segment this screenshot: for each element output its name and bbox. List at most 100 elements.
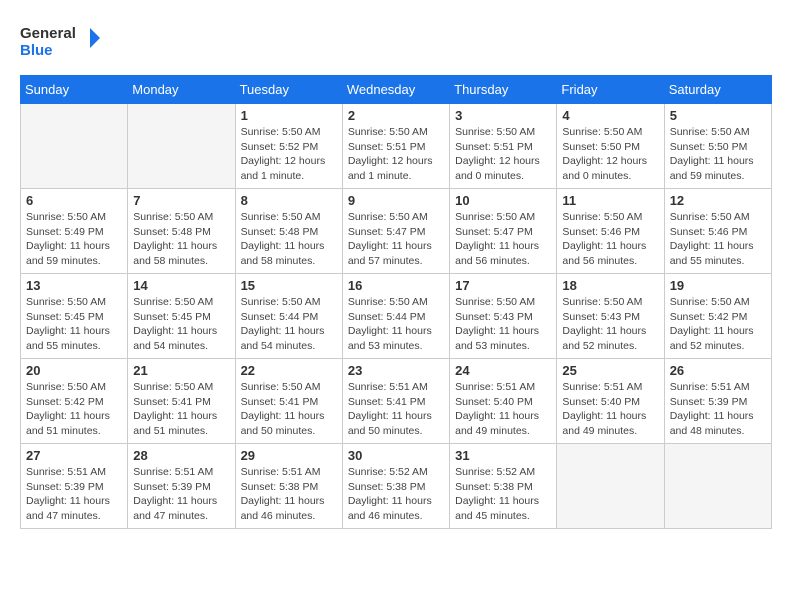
day-number: 14 (133, 278, 229, 293)
calendar-cell: 21 Sunrise: 5:50 AM Sunset: 5:41 PM Dayli… (128, 359, 235, 444)
calendar-cell: 23 Sunrise: 5:51 AM Sunset: 5:41 PM Dayli… (342, 359, 449, 444)
calendar-cell: 24 Sunrise: 5:51 AM Sunset: 5:40 PM Dayli… (450, 359, 557, 444)
day-number: 25 (562, 363, 658, 378)
day-info: Sunrise: 5:50 AM Sunset: 5:43 PM Dayligh… (455, 295, 551, 354)
day-number: 26 (670, 363, 766, 378)
days-header-row: SundayMondayTuesdayWednesdayThursdayFrid… (21, 76, 772, 104)
calendar-cell (557, 444, 664, 529)
calendar-cell: 8Sunrise: 5:50 AM Sunset: 5:48 PM Daylig… (235, 189, 342, 274)
day-of-week-header: Wednesday (342, 76, 449, 104)
calendar-cell: 6 Sunrise: 5:50 AM Sunset: 5:49 PM Daylig… (21, 189, 128, 274)
week-row: 1 Sunrise: 5:50 AM Sunset: 5:52 PM Daylig… (21, 104, 772, 189)
calendar-cell: 16Sunrise: 5:50 AM Sunset: 5:44 PM Dayli… (342, 274, 449, 359)
svg-text:Blue: Blue (20, 42, 53, 59)
calendar-cell: 17 Sunrise: 5:50 AM Sunset: 5:43 PM Dayli… (450, 274, 557, 359)
day-number: 23 (348, 363, 444, 378)
calendar-cell: 7 Sunrise: 5:50 AM Sunset: 5:48 PM Daylig… (128, 189, 235, 274)
day-of-week-header: Tuesday (235, 76, 342, 104)
day-info: Sunrise: 5:50 AM Sunset: 5:51 PM Dayligh… (348, 125, 444, 184)
day-info: Sunrise: 5:50 AM Sunset: 5:48 PM Dayligh… (133, 210, 229, 269)
day-number: 21 (133, 363, 229, 378)
day-number: 27 (26, 448, 122, 463)
day-of-week-header: Sunday (21, 76, 128, 104)
day-number: 2 (348, 108, 444, 123)
day-number: 18 (562, 278, 658, 293)
calendar-cell: 12Sunrise: 5:50 AM Sunset: 5:46 PM Dayli… (664, 189, 771, 274)
calendar-cell: 3Sunrise: 5:50 AM Sunset: 5:51 PM Daylig… (450, 104, 557, 189)
day-number: 1 (241, 108, 337, 123)
calendar-cell: 25 Sunrise: 5:51 AM Sunset: 5:40 PM Dayli… (557, 359, 664, 444)
day-number: 29 (241, 448, 337, 463)
calendar-cell: 1 Sunrise: 5:50 AM Sunset: 5:52 PM Daylig… (235, 104, 342, 189)
calendar-cell: 31Sunrise: 5:52 AM Sunset: 5:38 PM Dayli… (450, 444, 557, 529)
day-number: 19 (670, 278, 766, 293)
day-number: 24 (455, 363, 551, 378)
day-of-week-header: Monday (128, 76, 235, 104)
calendar-cell: 14 Sunrise: 5:50 AM Sunset: 5:45 PM Dayli… (128, 274, 235, 359)
day-number: 22 (241, 363, 337, 378)
calendar-cell (128, 104, 235, 189)
week-row: 20 Sunrise: 5:50 AM Sunset: 5:42 PM Dayli… (21, 359, 772, 444)
day-info: Sunrise: 5:50 AM Sunset: 5:44 PM Dayligh… (348, 295, 444, 354)
calendar-cell: 10Sunrise: 5:50 AM Sunset: 5:47 PM Dayli… (450, 189, 557, 274)
day-info: Sunrise: 5:50 AM Sunset: 5:52 PM Dayligh… (241, 125, 337, 184)
calendar-cell (664, 444, 771, 529)
day-number: 17 (455, 278, 551, 293)
day-info: Sunrise: 5:50 AM Sunset: 5:45 PM Dayligh… (26, 295, 122, 354)
day-info: Sunrise: 5:51 AM Sunset: 5:39 PM Dayligh… (670, 380, 766, 439)
day-info: Sunrise: 5:50 AM Sunset: 5:45 PM Dayligh… (133, 295, 229, 354)
day-info: Sunrise: 5:50 AM Sunset: 5:43 PM Dayligh… (562, 295, 658, 354)
calendar-cell: 20 Sunrise: 5:50 AM Sunset: 5:42 PM Dayli… (21, 359, 128, 444)
week-row: 27 Sunrise: 5:51 AM Sunset: 5:39 PM Dayli… (21, 444, 772, 529)
calendar-cell: 9 Sunrise: 5:50 AM Sunset: 5:47 PM Daylig… (342, 189, 449, 274)
day-number: 7 (133, 193, 229, 208)
day-number: 11 (562, 193, 658, 208)
day-info: Sunrise: 5:51 AM Sunset: 5:39 PM Dayligh… (133, 465, 229, 524)
day-info: Sunrise: 5:51 AM Sunset: 5:40 PM Dayligh… (455, 380, 551, 439)
calendar-cell: 26 Sunrise: 5:51 AM Sunset: 5:39 PM Dayli… (664, 359, 771, 444)
day-number: 20 (26, 363, 122, 378)
day-info: Sunrise: 5:50 AM Sunset: 5:47 PM Dayligh… (455, 210, 551, 269)
calendar-cell (21, 104, 128, 189)
day-number: 12 (670, 193, 766, 208)
day-number: 31 (455, 448, 551, 463)
day-number: 28 (133, 448, 229, 463)
day-info: Sunrise: 5:50 AM Sunset: 5:47 PM Dayligh… (348, 210, 444, 269)
day-info: Sunrise: 5:50 AM Sunset: 5:46 PM Dayligh… (562, 210, 658, 269)
calendar-cell: 15 Sunrise: 5:50 AM Sunset: 5:44 PM Dayli… (235, 274, 342, 359)
day-info: Sunrise: 5:50 AM Sunset: 5:41 PM Dayligh… (133, 380, 229, 439)
calendar-cell: 5 Sunrise: 5:50 AM Sunset: 5:50 PM Daylig… (664, 104, 771, 189)
day-info: Sunrise: 5:50 AM Sunset: 5:50 PM Dayligh… (670, 125, 766, 184)
calendar-cell: 30 Sunrise: 5:52 AM Sunset: 5:38 PM Dayli… (342, 444, 449, 529)
day-of-week-header: Saturday (664, 76, 771, 104)
calendar-cell: 22 Sunrise: 5:50 AM Sunset: 5:41 PM Dayli… (235, 359, 342, 444)
day-info: Sunrise: 5:50 AM Sunset: 5:49 PM Dayligh… (26, 210, 122, 269)
day-number: 5 (670, 108, 766, 123)
day-number: 6 (26, 193, 122, 208)
day-info: Sunrise: 5:51 AM Sunset: 5:41 PM Dayligh… (348, 380, 444, 439)
calendar-cell: 28 Sunrise: 5:51 AM Sunset: 5:39 PM Dayli… (128, 444, 235, 529)
day-info: Sunrise: 5:50 AM Sunset: 5:50 PM Dayligh… (562, 125, 658, 184)
day-number: 30 (348, 448, 444, 463)
day-info: Sunrise: 5:51 AM Sunset: 5:38 PM Dayligh… (241, 465, 337, 524)
calendar-cell: 29 Sunrise: 5:51 AM Sunset: 5:38 PM Dayli… (235, 444, 342, 529)
day-number: 15 (241, 278, 337, 293)
day-info: Sunrise: 5:51 AM Sunset: 5:39 PM Dayligh… (26, 465, 122, 524)
day-number: 4 (562, 108, 658, 123)
day-of-week-header: Thursday (450, 76, 557, 104)
day-number: 9 (348, 193, 444, 208)
logo-svg: General Blue (20, 20, 100, 65)
calendar-cell: 11 Sunrise: 5:50 AM Sunset: 5:46 PM Dayli… (557, 189, 664, 274)
week-row: 6 Sunrise: 5:50 AM Sunset: 5:49 PM Daylig… (21, 189, 772, 274)
day-number: 13 (26, 278, 122, 293)
day-info: Sunrise: 5:50 AM Sunset: 5:41 PM Dayligh… (241, 380, 337, 439)
day-of-week-header: Friday (557, 76, 664, 104)
calendar-cell: 19Sunrise: 5:50 AM Sunset: 5:42 PM Dayli… (664, 274, 771, 359)
day-info: Sunrise: 5:52 AM Sunset: 5:38 PM Dayligh… (348, 465, 444, 524)
day-info: Sunrise: 5:50 AM Sunset: 5:51 PM Dayligh… (455, 125, 551, 184)
calendar-cell: 27 Sunrise: 5:51 AM Sunset: 5:39 PM Dayli… (21, 444, 128, 529)
day-info: Sunrise: 5:51 AM Sunset: 5:40 PM Dayligh… (562, 380, 658, 439)
day-info: Sunrise: 5:50 AM Sunset: 5:44 PM Dayligh… (241, 295, 337, 354)
week-row: 13 Sunrise: 5:50 AM Sunset: 5:45 PM Dayli… (21, 274, 772, 359)
day-info: Sunrise: 5:50 AM Sunset: 5:42 PM Dayligh… (26, 380, 122, 439)
